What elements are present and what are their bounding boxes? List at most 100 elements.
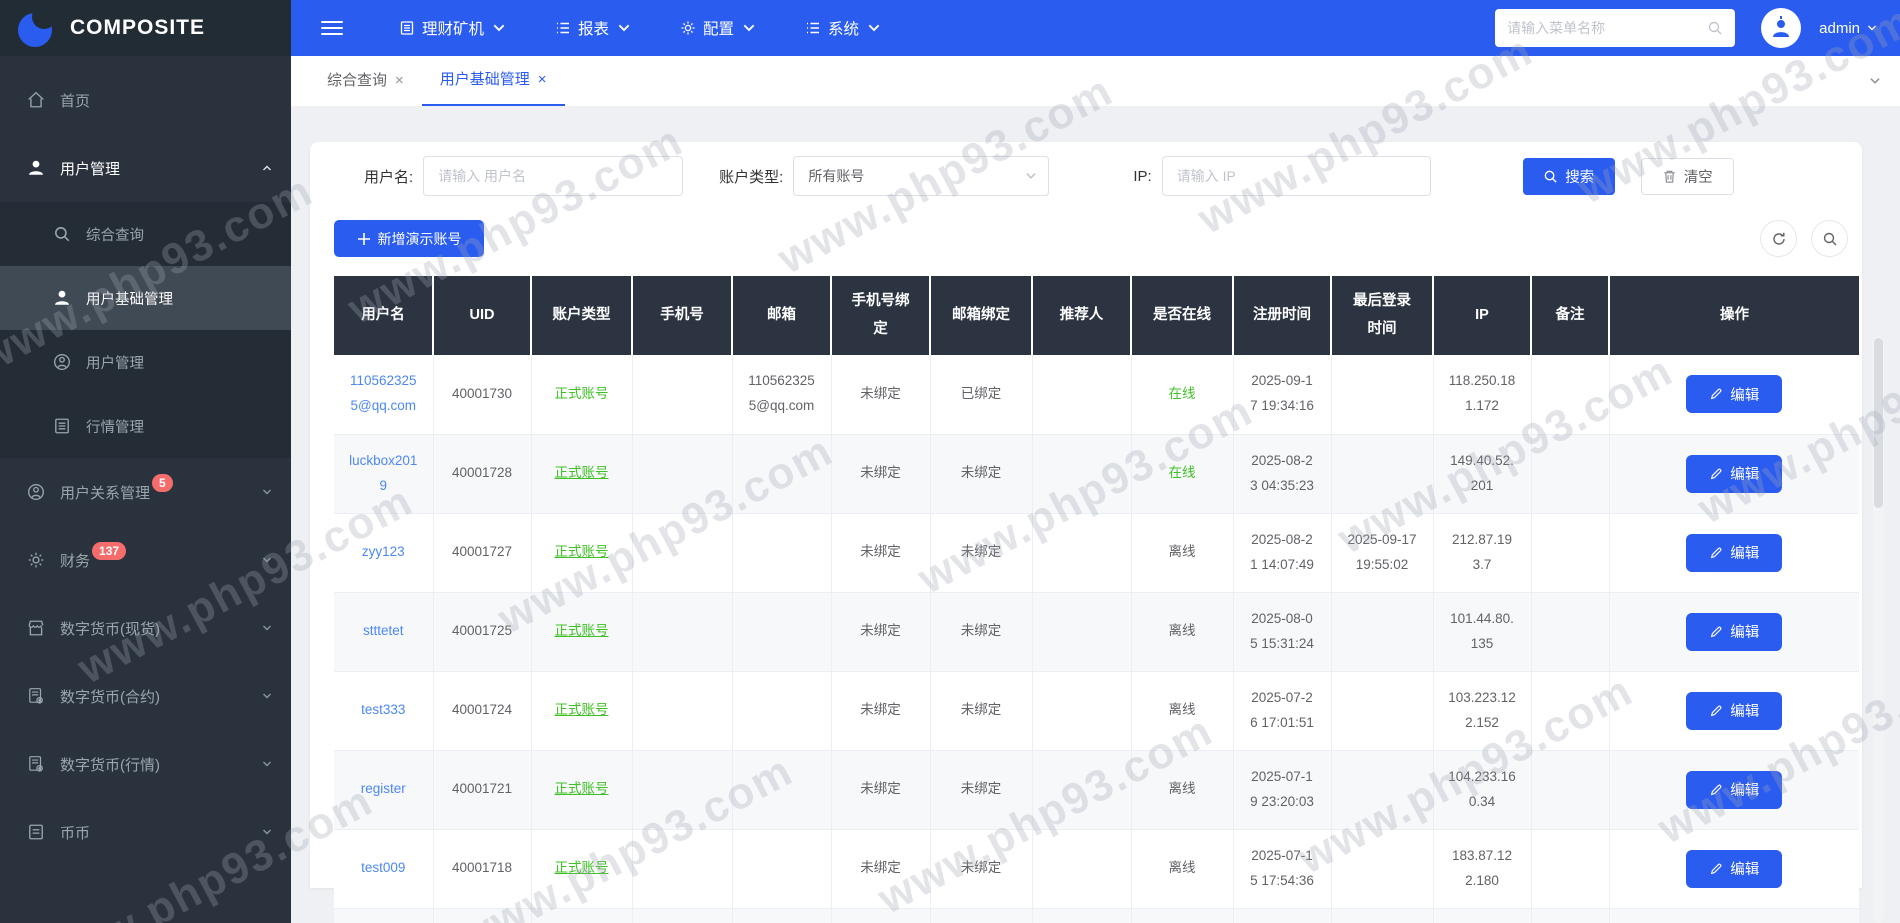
tab-user-basic-management[interactable]: 用户基础管理 ×: [422, 56, 565, 106]
edit-button[interactable]: 编辑: [1686, 771, 1782, 809]
sidebar-item-crypto-contract[interactable]: 数字货币(合约): [0, 662, 291, 730]
edit-button[interactable]: 编辑: [1686, 534, 1782, 572]
user-avatar[interactable]: [1761, 8, 1801, 48]
edit-button[interactable]: 编辑: [1686, 692, 1782, 730]
table-cell-last_login: [1331, 750, 1433, 829]
search-icon: [52, 224, 72, 244]
sidebar-item-composite-query[interactable]: 综合查询: [0, 202, 291, 266]
table-cell-email_bind: 未绑定: [930, 513, 1032, 592]
sidebar-item-market-management[interactable]: 行情管理: [0, 394, 291, 458]
clear-button[interactable]: 清空: [1641, 158, 1734, 195]
sidebar-item-user-basic-management[interactable]: 用户基础管理: [0, 266, 291, 330]
table-cell-ip: 101.44.80.135: [1433, 592, 1531, 671]
table-cell-username: 1105623255@qq.com: [334, 355, 433, 434]
table-cell-referrer: [1032, 355, 1131, 434]
table-row: 1105623255@qq.com40001730正式账号1105623255@…: [334, 355, 1859, 434]
chevron-up-icon: [261, 162, 273, 174]
sql-document-icon: [26, 686, 46, 706]
user-circle-icon: [26, 482, 46, 502]
sidebar-item-user-management-sub[interactable]: 用户管理: [0, 330, 291, 394]
table-cell-phone: [632, 513, 732, 592]
tab-bar: 综合查询 × 用户基础管理 ×: [291, 56, 1900, 107]
tab-list-dropdown[interactable]: [1868, 56, 1882, 106]
username-link[interactable]: test333: [361, 702, 405, 717]
account-type-value: 正式账号: [555, 860, 609, 875]
edit-button[interactable]: 编辑: [1686, 850, 1782, 888]
table-cell-uid: 40001725: [433, 592, 531, 671]
account-type-value: 正式账号: [555, 544, 609, 559]
search-icon: [1543, 169, 1558, 184]
user-menu[interactable]: admin: [1819, 20, 1878, 37]
page-content: 用户名: 账户类型: 所有账号 IP: 搜索 清空: [291, 107, 1900, 923]
chevron-down-icon: [741, 20, 757, 36]
table-cell-note: [1531, 750, 1609, 829]
username-link[interactable]: zyy123: [362, 544, 405, 559]
app-window: COMPOSITE 首页 用户管理 综合查询 用户基础管理: [0, 0, 1900, 923]
table-cell-uid: 40001728: [433, 434, 531, 513]
column-header: 操作: [1609, 276, 1859, 355]
scrollbar-thumb[interactable]: [1874, 338, 1883, 508]
search-button-label: 搜索: [1565, 166, 1594, 187]
hamburger-menu-icon[interactable]: [321, 21, 343, 35]
account-type-value: 正式账号: [555, 386, 609, 401]
sql-document-icon: [26, 754, 46, 774]
username-label: admin: [1819, 20, 1860, 37]
username-link[interactable]: test009: [361, 860, 405, 875]
username-link[interactable]: 1105623255@qq.com: [350, 373, 417, 413]
column-search-button[interactable]: [1811, 220, 1848, 257]
nav-item-reports[interactable]: 报表: [535, 0, 652, 56]
username-filter-input[interactable]: [423, 156, 683, 196]
menu-search-input[interactable]: [1507, 20, 1699, 36]
sidebar-item-user-relations[interactable]: 用户关系管理 5: [0, 458, 291, 526]
table-cell-email_bind: 未绑定: [930, 750, 1032, 829]
nav-item-wealth-mining[interactable]: 理财矿机: [379, 0, 527, 56]
search-icon: [1822, 231, 1838, 247]
table-cell-note: [1531, 671, 1609, 750]
table-cell-phone: [632, 355, 732, 434]
table-cell-referrer: [1032, 671, 1131, 750]
search-button[interactable]: 搜索: [1523, 158, 1615, 195]
edit-button[interactable]: 编辑: [1686, 375, 1782, 413]
search-icon[interactable]: [1707, 20, 1723, 36]
account-type-select[interactable]: 所有账号: [793, 156, 1049, 196]
edit-button[interactable]: 编辑: [1686, 613, 1782, 651]
ip-filter-input[interactable]: [1162, 156, 1431, 196]
list-icon: [555, 20, 571, 36]
vertical-scrollbar[interactable]: [1873, 336, 1884, 923]
nav-item-config[interactable]: 配置: [660, 0, 777, 56]
username-link[interactable]: luckbox2019: [349, 453, 417, 493]
sidebar-item-home[interactable]: 首页: [0, 66, 291, 134]
close-tab-icon[interactable]: ×: [395, 56, 404, 106]
table-cell-email_bind: 未绑定: [930, 434, 1032, 513]
table-cell-email: [732, 592, 831, 671]
document-icon: [26, 822, 46, 842]
refresh-button[interactable]: [1760, 220, 1797, 257]
table-cell-email_bind: 未绑定: [930, 671, 1032, 750]
sidebar-item-finance[interactable]: 财务 137: [0, 526, 291, 594]
edit-button[interactable]: 编辑: [1686, 455, 1782, 493]
sidebar-item-coin-coin[interactable]: 币币: [0, 798, 291, 866]
nav-item-system[interactable]: 系统: [785, 0, 902, 56]
table-cell-reg_time: 2025-08-21 14:07:49: [1233, 513, 1331, 592]
table-cell-email: [732, 829, 831, 908]
tab-composite-query[interactable]: 综合查询 ×: [309, 56, 422, 106]
close-tab-icon[interactable]: ×: [538, 55, 547, 105]
table-row: luckbox201940001728正式账号未绑定未绑定在线2025-08-2…: [334, 434, 1859, 513]
sidebar-item-crypto-market[interactable]: 数字货币(行情): [0, 730, 291, 798]
sidebar-item-label: 首页: [60, 90, 90, 111]
add-demo-account-button[interactable]: 新增演示账号: [334, 220, 484, 257]
table-cell-username: test333: [334, 671, 433, 750]
table-cell-last_login: 2025-07-1: [1331, 908, 1433, 923]
username-link[interactable]: register: [361, 781, 406, 796]
username-link[interactable]: stttetet: [363, 623, 404, 638]
sidebar-item-user-management[interactable]: 用户管理: [0, 134, 291, 202]
table-cell-reg_time: 2025-08-23 04:35:23: [1233, 434, 1331, 513]
table-cell-note: [1531, 829, 1609, 908]
table-cell-type: 正式账号: [531, 592, 632, 671]
nav-item-label: 配置: [703, 17, 734, 39]
column-header: 手机号: [632, 276, 732, 355]
sidebar-item-label: 数字货币(现货): [60, 618, 160, 639]
column-header: 推荐人: [1032, 276, 1131, 355]
table-cell-username: zyy123: [334, 513, 433, 592]
sidebar-item-crypto-spot[interactable]: 数字货币(现货): [0, 594, 291, 662]
